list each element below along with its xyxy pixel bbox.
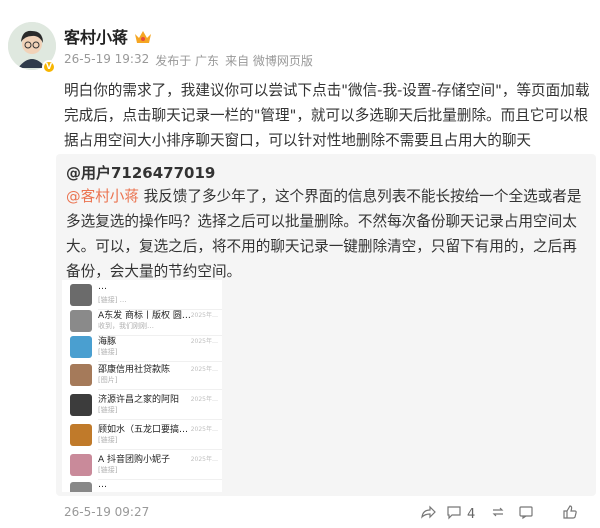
- post-source: 来自 微博网页版: [225, 54, 313, 68]
- chat-time: 2025年…: [190, 338, 218, 345]
- chat-preview: [链接]: [98, 436, 118, 443]
- post-meta: 26-5-19 19:32 发布于 广东 来自 微博网页版: [64, 52, 313, 69]
- chat-name: 济源许昌之家的阿阳: [98, 395, 180, 405]
- chat-time: 2025年…: [190, 366, 218, 373]
- comment-time: 26-5-19 09:27: [64, 505, 150, 519]
- like-icon: [562, 504, 578, 524]
- like-button[interactable]: [562, 504, 578, 524]
- chat-time: 2025年…: [190, 396, 218, 403]
- attached-screenshot[interactable]: … [链接] … A东发 商标丨版权 圆… 收到，我们刚刚… 2025年… 海豚…: [62, 280, 222, 492]
- chat-preview: [链接] …: [98, 296, 127, 303]
- chat-avatar: [70, 454, 92, 476]
- chat-avatar: [70, 424, 92, 446]
- comment-icon: [446, 504, 462, 524]
- chat-preview: [链接]: [98, 466, 118, 473]
- share-button[interactable]: [420, 504, 436, 524]
- retweet-icon: [490, 504, 506, 524]
- reply-text: 明白你的需求了，我建议你可以尝试下点击"微信-我-设置-存储空间"，等页面加载完…: [64, 82, 590, 149]
- author-line: 客村小蒋: [64, 24, 152, 48]
- chat-list-item: 顾如水（五龙口要搞… [链接] 2025年…: [62, 420, 222, 450]
- author-name[interactable]: 客村小蒋: [64, 24, 128, 48]
- chat-list-item: …: [62, 478, 222, 492]
- chat-name: …: [98, 282, 107, 292]
- share-retweet-button[interactable]: [490, 504, 506, 524]
- chat-avatar: [70, 394, 92, 416]
- comment-alt-icon: [518, 504, 534, 524]
- chat-name: 顾如水（五龙口要搞…: [98, 425, 189, 435]
- crown-icon: [134, 29, 152, 43]
- quoted-comment[interactable]: @用户7126477019 @客村小蒋 我反馈了多少年了，这个界面的信息列表不能…: [56, 154, 596, 496]
- quoted-body: 我反馈了多少年了，这个界面的信息列表不能长按给一个全选或者是多选复选的操作吗？选…: [66, 188, 582, 280]
- chat-avatar: [70, 284, 92, 306]
- comment-count: 4: [467, 506, 476, 522]
- chat-name: 海豚: [98, 337, 117, 347]
- chat-avatar: [70, 482, 92, 492]
- mention-link[interactable]: @客村小蒋: [66, 188, 139, 205]
- chat-time: 2025年…: [190, 426, 218, 433]
- chat-list-item: 邵康信用社贷款陈 [图片] 2025年…: [62, 360, 222, 390]
- chat-preview: [链接]: [98, 406, 118, 413]
- chat-name: A东发 商标丨版权 圆…: [98, 311, 191, 321]
- chat-preview: 收到，我们刚刚…: [98, 322, 154, 329]
- chat-name: 邵康信用社贷款陈: [98, 365, 171, 375]
- more-button[interactable]: [518, 504, 534, 524]
- chat-time: 2025年…: [190, 456, 218, 463]
- chat-list-item: A 抖音团购小妮子 [链接] 2025年…: [62, 450, 222, 480]
- chat-avatar: [70, 310, 92, 332]
- quoted-text: @客村小蒋 我反馈了多少年了，这个界面的信息列表不能长按给一个全选或者是多选复选…: [66, 184, 588, 284]
- quoted-user-name[interactable]: @用户7126477019: [66, 162, 215, 183]
- verified-badge-icon: V: [42, 60, 56, 74]
- chat-preview: [链接]: [98, 348, 118, 355]
- share-icon: [420, 504, 436, 524]
- post-time[interactable]: 26-5-19 19:32: [64, 52, 149, 69]
- weibo-comment-card: V 客村小蒋 26-5-19 19:32 发布于 广东 来自 微博网页版 明白你…: [0, 0, 600, 528]
- chat-name: …: [98, 480, 107, 490]
- chat-time: 2025年…: [190, 312, 218, 319]
- chat-preview: [图片]: [98, 376, 118, 383]
- chat-list-item: 济源许昌之家的阿阳 [链接] 2025年…: [62, 390, 222, 420]
- comment-button[interactable]: 4: [446, 504, 475, 524]
- chat-list-item: 海豚 [链接] 2025年…: [62, 332, 222, 362]
- chat-name: A 抖音团购小妮子: [98, 455, 171, 465]
- post-location: 发布于 广东: [155, 54, 220, 68]
- chat-avatar: [70, 336, 92, 358]
- chat-avatar: [70, 364, 92, 386]
